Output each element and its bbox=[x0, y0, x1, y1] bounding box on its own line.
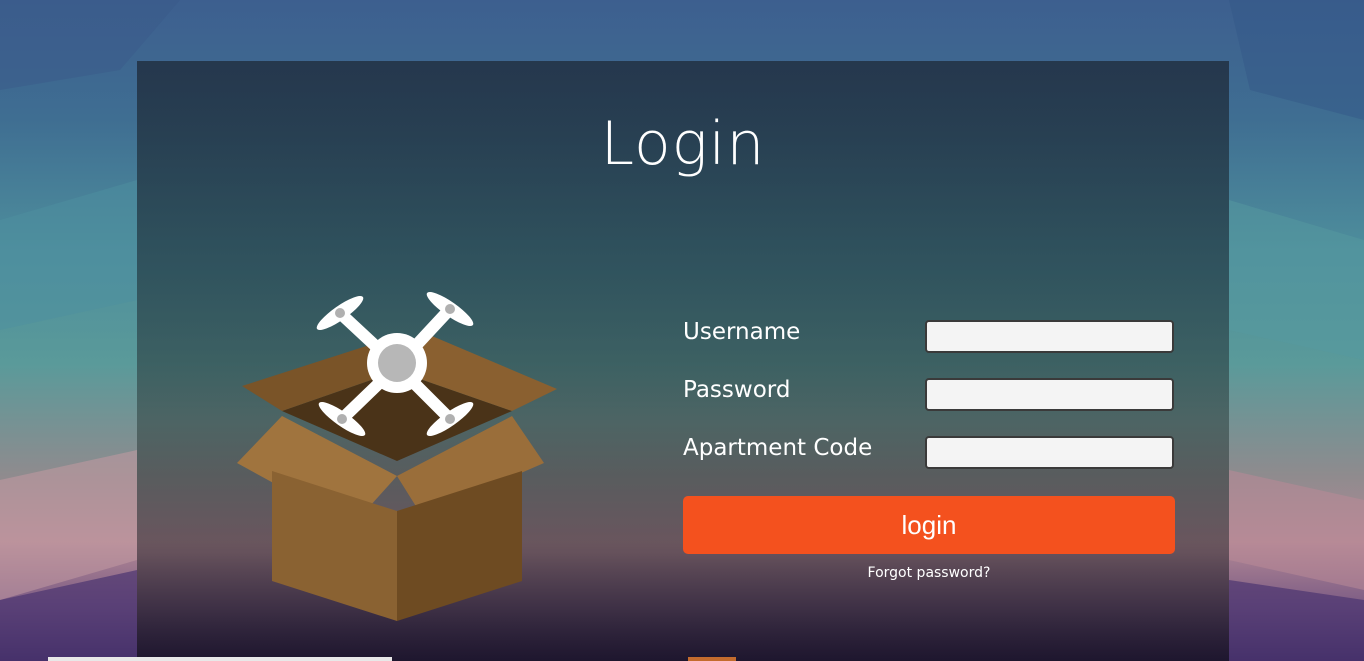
form-layer: Username Password Apartment Code login F… bbox=[137, 61, 1229, 661]
login-button[interactable]: login bbox=[683, 496, 1175, 554]
username-label: Username bbox=[683, 319, 801, 345]
password-input[interactable] bbox=[925, 378, 1174, 411]
apartment-code-label: Apartment Code bbox=[683, 435, 873, 461]
username-row: Username bbox=[683, 317, 1175, 375]
apartment-code-row: Apartment Code bbox=[683, 433, 1175, 491]
username-input[interactable] bbox=[925, 320, 1174, 353]
password-label: Password bbox=[683, 377, 791, 403]
forgot-password-link[interactable]: Forgot password? bbox=[683, 565, 1175, 581]
password-row: Password bbox=[683, 375, 1175, 433]
bottom-accent-strip bbox=[688, 657, 736, 661]
apartment-code-input[interactable] bbox=[925, 436, 1174, 469]
login-form: Username Password Apartment Code bbox=[683, 317, 1175, 491]
bottom-scroll-strip bbox=[48, 657, 392, 661]
